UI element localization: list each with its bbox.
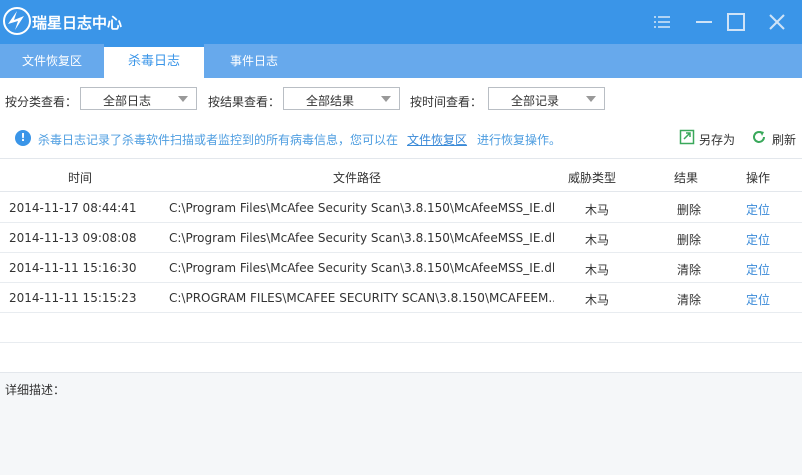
cell-result: 清除 (676, 263, 701, 277)
rising-lion-logo-icon (3, 7, 31, 35)
info-icon: ! (15, 130, 31, 146)
refresh-icon[interactable] (751, 129, 767, 145)
cell-path: C:\Program Files\McAfee Security Scan\3.… (169, 261, 554, 275)
cell-time: 2014-11-17 08:44:41 (9, 201, 137, 215)
cell-threat: 木马 (584, 233, 609, 247)
info-text-suffix: 进行恢复操作。 (477, 133, 562, 147)
refresh-button[interactable]: 刷新 (772, 131, 796, 148)
cell-result: 删除 (676, 203, 701, 217)
detail-label: 详细描述： (5, 383, 66, 397)
table-row[interactable]: 2014-11-11 15:15:23 C:\PROGRAM FILES\MCA… (0, 283, 802, 313)
close-icon[interactable] (763, 8, 791, 36)
column-header-action[interactable]: 操作 (725, 169, 791, 186)
file-recovery-link[interactable]: 文件恢复区 (407, 131, 467, 148)
maximize-icon[interactable] (722, 8, 750, 36)
cell-result: 删除 (676, 233, 701, 247)
category-filter-value: 全部日志 (103, 94, 152, 108)
chevron-down-icon (178, 96, 188, 102)
antivirus-log-table: 时间 文件路径 威胁类型 结果 操作 2014-11-17 08:44:41 C… (0, 158, 802, 372)
category-filter-select[interactable]: 全部日志 (80, 87, 197, 110)
cell-path: C:\PROGRAM FILES\MCAFEE SECURITY SCAN\3.… (169, 291, 554, 305)
column-header-threat[interactable]: 威胁类型 (554, 169, 630, 186)
category-filter-label: 按分类查看： (5, 95, 78, 109)
cell-path: C:\Program Files\McAfee Security Scan\3.… (169, 201, 554, 215)
time-filter-value: 全部记录 (511, 94, 560, 108)
cell-result: 清除 (676, 293, 701, 307)
cell-time: 2014-11-13 09:08:08 (9, 231, 137, 245)
cell-time: 2014-11-11 15:16:30 (9, 261, 137, 275)
cell-path: C:\Program Files\McAfee Security Scan\3.… (169, 231, 554, 245)
time-filter-select[interactable]: 全部记录 (488, 87, 605, 110)
locate-link[interactable]: 定位 (725, 291, 791, 308)
cell-time: 2014-11-11 15:15:23 (9, 291, 137, 305)
cell-threat: 木马 (584, 263, 609, 277)
result-filter-label: 按结果查看： (208, 95, 281, 109)
info-text: 杀毒日志记录了杀毒软件扫描或者监控到的所有病毒信息，您可以在 (38, 133, 399, 147)
locate-link[interactable]: 定位 (725, 261, 791, 278)
menu-icon[interactable] (648, 8, 676, 36)
table-row[interactable]: 2014-11-11 15:16:30 C:\Program Files\McA… (0, 253, 802, 283)
chevron-down-icon (586, 96, 596, 102)
detail-pane: 详细描述： (0, 372, 802, 475)
title-bar: 瑞星日志中心 (0, 0, 802, 44)
tab-event-log[interactable]: 事件日志 (204, 44, 304, 78)
result-filter-value: 全部结果 (306, 94, 355, 108)
cell-threat: 木马 (584, 293, 609, 307)
locate-link[interactable]: 定位 (725, 201, 791, 218)
tab-file-recovery[interactable]: 文件恢复区 (0, 44, 104, 78)
tab-bar: 文件恢复区 杀毒日志 事件日志 (0, 44, 802, 78)
info-bar: ! 杀毒日志记录了杀毒软件扫描或者监控到的所有病毒信息，您可以在 文件恢复区 进… (0, 120, 802, 156)
table-header: 时间 文件路径 威胁类型 结果 操作 (0, 159, 802, 192)
table-row[interactable]: 2014-11-17 08:44:41 C:\Program Files\McA… (0, 193, 802, 223)
locate-link[interactable]: 定位 (725, 231, 791, 248)
filter-bar: 按分类查看： 全部日志 按结果查看： 全部结果 按时间查看： 全部记录 (0, 78, 802, 120)
app-title: 瑞星日志中心 (32, 14, 123, 32)
result-filter-select[interactable]: 全部结果 (283, 87, 400, 110)
empty-table-row (0, 313, 802, 343)
table-row[interactable]: 2014-11-13 09:08:08 C:\Program Files\McA… (0, 223, 802, 253)
column-header-result[interactable]: 结果 (640, 169, 732, 186)
column-header-path[interactable]: 文件路径 (160, 169, 554, 186)
time-filter-label: 按时间查看： (410, 95, 483, 109)
cell-threat: 木马 (584, 203, 609, 217)
tab-antivirus-log[interactable]: 杀毒日志 (104, 44, 204, 78)
minimize-icon[interactable] (690, 8, 718, 36)
column-header-time[interactable]: 时间 (0, 169, 160, 186)
save-as-icon[interactable] (679, 129, 695, 145)
chevron-down-icon (381, 96, 391, 102)
save-as-button[interactable]: 另存为 (699, 131, 735, 148)
